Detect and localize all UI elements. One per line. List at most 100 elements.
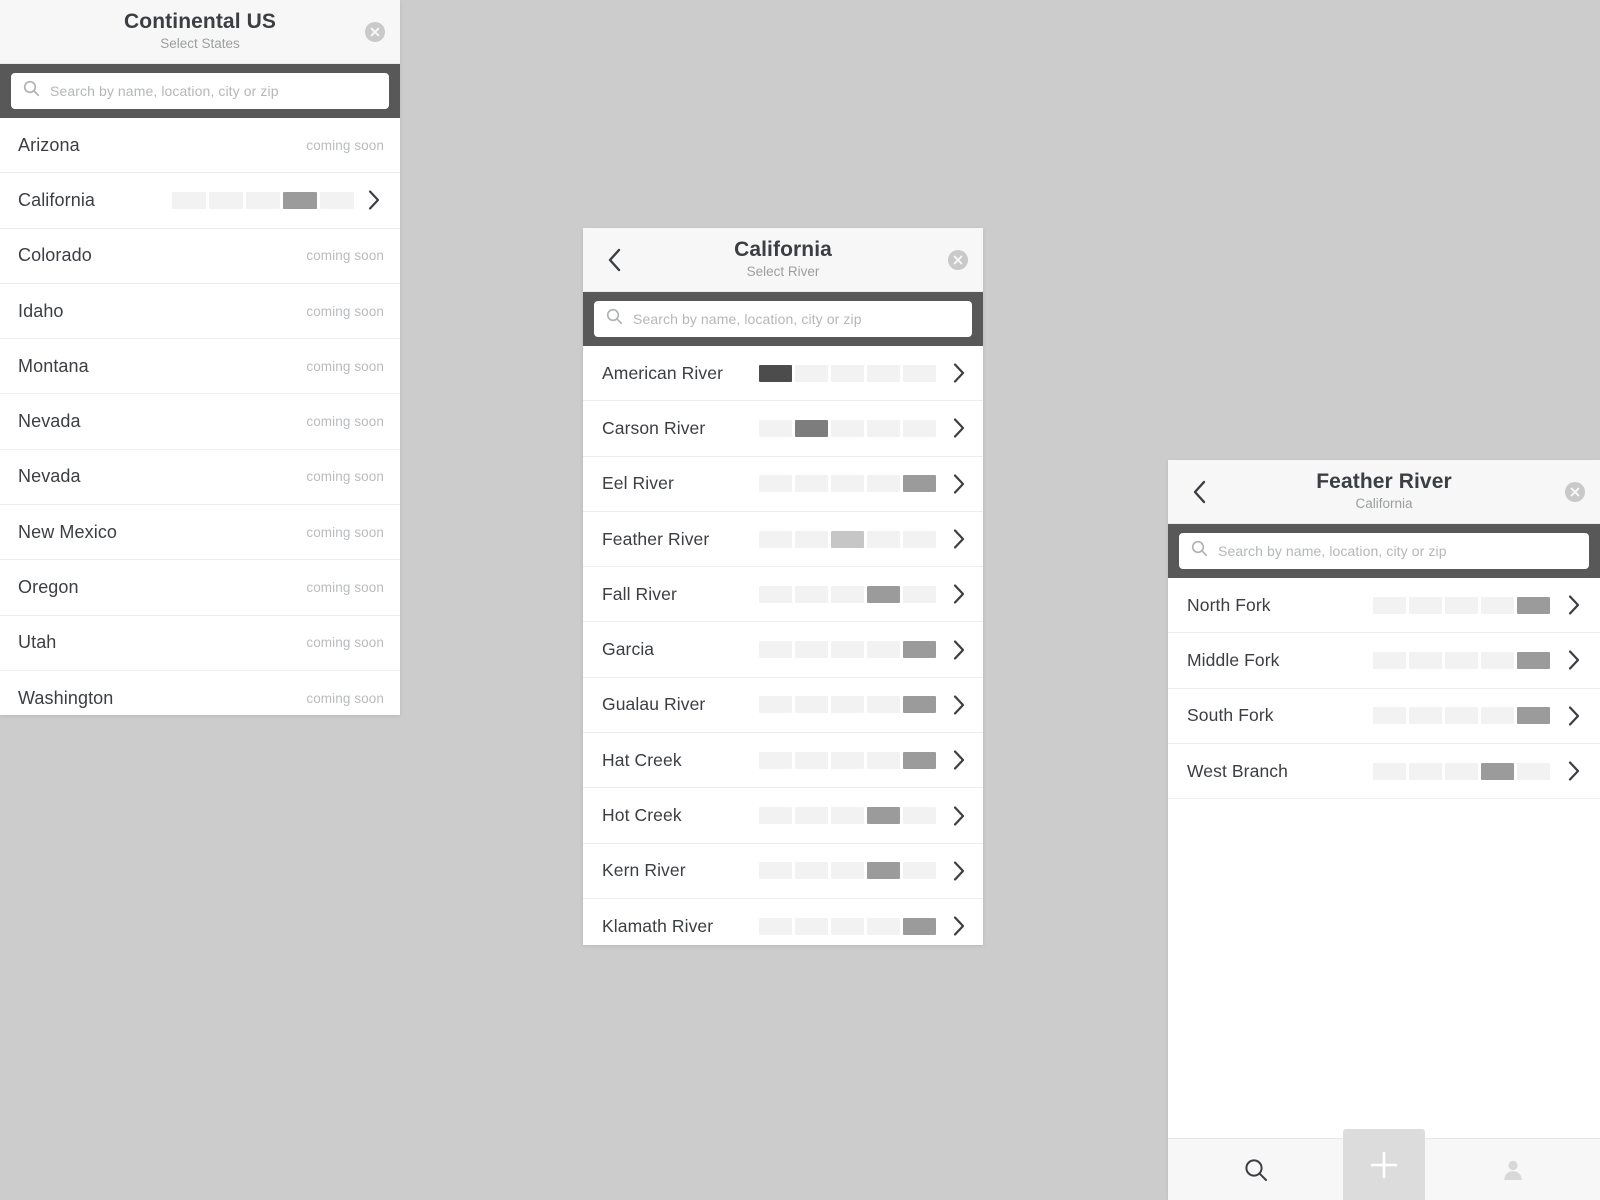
close-icon[interactable] (1564, 481, 1586, 503)
meter-segment-2 (1409, 651, 1442, 669)
chevron-right-icon[interactable] (949, 639, 969, 661)
list-item[interactable]: Arizona coming soon (0, 118, 400, 174)
chevron-right-icon[interactable] (949, 417, 969, 439)
list-item-label: California (18, 189, 96, 210)
chevron-right-icon[interactable] (949, 915, 969, 937)
close-icon[interactable] (364, 21, 386, 43)
difficulty-meter (759, 751, 936, 769)
search-icon (1191, 540, 1208, 562)
meter-segment-4 (867, 807, 900, 825)
list-item[interactable]: Montana coming soon (0, 339, 400, 395)
search-input[interactable]: Search by name, location, city or zip (1179, 533, 1589, 569)
list-item-label: Arizona (18, 134, 80, 155)
meter-segment-5 (1517, 596, 1550, 614)
meter-segment-2 (1409, 707, 1442, 725)
meter-segment-3 (831, 419, 864, 437)
difficulty-meter (759, 696, 936, 714)
meter-segment-3 (1445, 596, 1478, 614)
list-item[interactable]: Colorado coming soon (0, 228, 400, 284)
person-icon (1500, 1157, 1526, 1183)
meter-segment-5 (903, 751, 936, 769)
list-item[interactable]: Kern River (583, 843, 983, 899)
chevron-right-icon[interactable] (949, 749, 969, 771)
chevron-right-icon[interactable] (364, 189, 384, 211)
list-item[interactable]: West Branch (1168, 743, 1600, 800)
list-item[interactable]: New Mexico coming soon (0, 505, 400, 561)
chevron-right-icon[interactable] (949, 583, 969, 605)
page-title: Continental US (124, 9, 276, 33)
meter-segment-4 (867, 475, 900, 493)
chevron-left-icon[interactable] (1184, 477, 1214, 507)
difficulty-meter (1373, 596, 1550, 614)
list-item[interactable]: Utah coming soon (0, 615, 400, 671)
profile-tab[interactable] (1425, 1139, 1600, 1200)
chevron-left-icon[interactable] (599, 245, 629, 275)
chevron-right-icon[interactable] (949, 694, 969, 716)
list-item[interactable]: Gualau River (583, 677, 983, 734)
list-item[interactable]: North Fork (1168, 578, 1600, 634)
meter-segment-4 (867, 641, 900, 659)
close-icon[interactable] (947, 249, 969, 271)
list-item-label: Garcia (602, 639, 655, 660)
list-item[interactable]: Carson River (583, 401, 983, 457)
chevron-right-icon[interactable] (949, 362, 969, 384)
status-badge: coming soon (306, 524, 384, 540)
list-item-label: Montana (18, 355, 89, 376)
list-item[interactable]: Klamath River (583, 898, 983, 945)
rivers-panel: California Select River Search by name, … (583, 228, 983, 945)
list-item[interactable]: Idaho coming soon (0, 283, 400, 340)
list-item[interactable]: Washington coming soon (0, 670, 400, 715)
list-item[interactable]: South Fork (1168, 688, 1600, 744)
add-tab[interactable] (1343, 1129, 1425, 1200)
search-tab[interactable] (1168, 1139, 1343, 1200)
rivers-list: American River Carson River Eel River Feath… (583, 346, 983, 945)
meter-segment-4 (867, 530, 900, 548)
chevron-right-icon[interactable] (949, 805, 969, 827)
meter-segment-5 (903, 364, 936, 382)
meter-segment-2 (795, 917, 828, 935)
list-item-label: American River (602, 362, 724, 383)
meter-segment-5 (1517, 707, 1550, 725)
meter-segment-4 (867, 364, 900, 382)
meter-segment-5 (903, 475, 936, 493)
list-item[interactable]: Oregon coming soon (0, 560, 400, 616)
list-item[interactable]: Middle Fork (1168, 633, 1600, 689)
list-item[interactable]: Nevada coming soon (0, 449, 400, 506)
rivers-panel-header: California Select River (583, 228, 983, 292)
search-placeholder: Search by name, location, city or zip (1218, 543, 1447, 559)
meter-segment-1 (759, 807, 792, 825)
list-item[interactable]: Feather River (583, 511, 983, 568)
chevron-right-icon[interactable] (1564, 760, 1584, 782)
rivers-search-band: Search by name, location, city or zip (583, 292, 983, 346)
search-input[interactable]: Search by name, location, city or zip (594, 301, 972, 337)
status-badge: coming soon (306, 580, 384, 596)
list-item[interactable]: American River (583, 346, 983, 402)
list-item[interactable]: Hot Creek (583, 788, 983, 844)
meter-segment-3 (831, 364, 864, 382)
difficulty-meter (759, 807, 936, 825)
chevron-right-icon[interactable] (949, 473, 969, 495)
list-item[interactable]: Eel River (583, 456, 983, 512)
chevron-right-icon[interactable] (1564, 649, 1584, 671)
meter-segment-5 (903, 419, 936, 437)
search-input[interactable]: Search by name, location, city or zip (11, 73, 389, 109)
list-item[interactable]: Nevada coming soon (0, 394, 400, 450)
status-badge: coming soon (306, 469, 384, 485)
list-item[interactable]: Garcia (583, 622, 983, 678)
meter-segment-2 (795, 807, 828, 825)
chevron-right-icon[interactable] (1564, 594, 1584, 616)
meter-segment-3 (831, 807, 864, 825)
meter-segment-4 (867, 419, 900, 437)
list-item[interactable]: Hat Creek (583, 733, 983, 789)
list-item-label: Fall River (602, 583, 677, 604)
meter-segment-5 (903, 917, 936, 935)
chevron-right-icon[interactable] (949, 528, 969, 550)
chevron-right-icon[interactable] (949, 860, 969, 882)
list-item[interactable]: Fall River (583, 567, 983, 623)
chevron-right-icon[interactable] (1564, 705, 1584, 727)
difficulty-meter (759, 475, 936, 493)
meter-segment-1 (759, 530, 792, 548)
list-item-label: Middle Fork (1187, 649, 1280, 670)
list-item[interactable]: California (0, 173, 400, 229)
difficulty-meter (1373, 651, 1550, 669)
